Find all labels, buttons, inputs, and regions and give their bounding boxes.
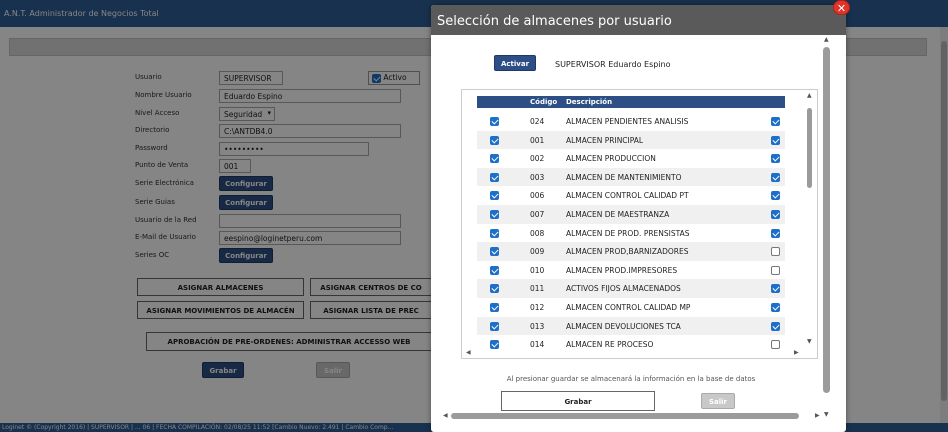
modal-scroll-up-arrow-icon[interactable]: ▲	[824, 36, 829, 43]
table-header: Código Descripción	[477, 96, 785, 108]
select-checkbox-icon[interactable]	[490, 135, 499, 145]
active-checkbox-icon[interactable]	[771, 303, 780, 312]
col-codigo: Código	[530, 98, 558, 106]
scroll-left-arrow-icon[interactable]: ◀	[466, 349, 471, 356]
active-checkbox-icon[interactable]	[771, 172, 780, 182]
row-code: 003	[530, 172, 545, 182]
table-row[interactable]: 011 ACTIVOS FIJOS ALMACENADOS	[477, 279, 785, 298]
row-code: 012	[530, 303, 545, 312]
modal-vscrollbar[interactable]: ▲ ▼	[820, 35, 834, 421]
select-checkbox-icon[interactable]	[490, 191, 499, 201]
row-code: 013	[530, 321, 545, 331]
table-vscroll-thumb[interactable]	[807, 108, 812, 188]
modal-scroll-right-arrow-icon[interactable]: ▶	[815, 412, 820, 419]
activar-button[interactable]: Activar	[494, 55, 536, 71]
col-descripcion: Descripción	[566, 98, 613, 106]
table-row[interactable]: 010 ALMACEN PROD.IMPRESORES	[477, 261, 785, 280]
almacenes-table: Código Descripción 024 ALMACEN PENDIENTES…	[461, 89, 818, 359]
active-checkbox-icon[interactable]	[771, 191, 780, 201]
active-checkbox-icon[interactable]	[771, 265, 780, 275]
active-checkbox-icon[interactable]	[771, 154, 780, 164]
table-row[interactable]: 003 ALMACEN DE MANTENIMIENTO	[477, 167, 785, 187]
modal-scroll-down-arrow-icon[interactable]: ▼	[824, 411, 829, 418]
table-row[interactable]: 006 ALMACEN CONTROL CALIDAD PT	[477, 186, 785, 205]
row-description: ALMACEN PRINCIPAL	[566, 135, 644, 145]
row-code: 010	[530, 265, 545, 275]
select-checkbox-icon[interactable]	[490, 321, 499, 331]
row-description: ALMACEN DEVOLUCIONES TCA	[566, 321, 681, 331]
supervisor-label: SUPERVISOR Eduardo Espino	[555, 60, 671, 69]
modal-salir-button[interactable]: Salir	[701, 393, 735, 409]
row-description: ALMACEN CONTROL CALIDAD MP	[566, 303, 691, 312]
modal-title: Selección de almacenes por usuario	[431, 5, 846, 35]
table-row[interactable]: 009 ALMACEN PROD,BARNIZADORES	[477, 242, 785, 261]
table-row[interactable]: 012 ALMACEN CONTROL CALIDAD MP	[477, 298, 785, 317]
modal-scroll-left-arrow-icon[interactable]: ◀	[443, 412, 448, 419]
select-checkbox-icon[interactable]	[490, 284, 499, 294]
active-checkbox-icon[interactable]	[771, 117, 780, 126]
almacenes-modal: Selección de almacenes por usuario Activ…	[431, 5, 846, 432]
active-checkbox-icon[interactable]	[771, 228, 780, 238]
save-note: Al presionar guardar se almacenará la in…	[506, 375, 756, 383]
select-checkbox-icon[interactable]	[490, 154, 499, 164]
table-row[interactable]: 024 ALMACEN PENDIENTES ANALISIS	[477, 112, 785, 131]
table-hscrollbar[interactable]: ◀ ▶	[462, 348, 802, 358]
select-checkbox-icon[interactable]	[490, 228, 499, 238]
active-checkbox-icon[interactable]	[771, 135, 780, 145]
active-checkbox-icon[interactable]	[771, 321, 780, 331]
row-code: 006	[530, 191, 545, 201]
row-description: ALMACEN DE PROD. PRENSISTAS	[566, 228, 690, 238]
row-code: 008	[530, 228, 545, 238]
close-icon[interactable]: ✕	[833, 0, 850, 15]
select-checkbox-icon[interactable]	[490, 247, 499, 257]
row-code: 024	[530, 117, 545, 126]
row-description: ALMACEN CONTROL CALIDAD PT	[566, 191, 689, 201]
select-checkbox-icon[interactable]	[490, 210, 499, 219]
row-description: ALMACEN PENDIENTES ANALISIS	[566, 117, 689, 126]
active-checkbox-icon[interactable]	[771, 210, 780, 219]
table-row[interactable]: 013 ALMACEN DEVOLUCIONES TCA	[477, 316, 785, 336]
table-row[interactable]: 008 ALMACEN DE PROD. PRENSISTAS	[477, 224, 785, 243]
table-row[interactable]: 001 ALMACEN PRINCIPAL	[477, 130, 785, 150]
row-code: 001	[530, 135, 545, 145]
active-checkbox-icon[interactable]	[771, 247, 780, 257]
table-row[interactable]: 007 ALMACEN DE MAESTRANZA	[477, 205, 785, 224]
select-checkbox-icon[interactable]	[490, 117, 499, 126]
modal-hscrollbar[interactable]: ◀ ▶	[443, 412, 823, 420]
table-vscrollbar[interactable]: ▲ ▼	[802, 90, 817, 348]
table-row[interactable]: 002 ALMACEN PRODUCCION	[477, 149, 785, 168]
scroll-up-arrow-icon[interactable]: ▲	[807, 92, 812, 99]
modal-hscroll-thumb[interactable]	[451, 413, 799, 419]
row-description: ALMACEN PROD.IMPRESORES	[566, 265, 678, 275]
row-description: ACTIVOS FIJOS ALMACENADOS	[566, 284, 681, 294]
modal-grabar-button[interactable]: Grabar	[501, 391, 655, 411]
select-checkbox-icon[interactable]	[490, 303, 499, 312]
scroll-right-arrow-icon[interactable]: ▶	[794, 349, 799, 356]
row-code: 007	[530, 210, 545, 219]
row-code: 002	[530, 154, 545, 164]
row-description: ALMACEN DE MANTENIMIENTO	[566, 172, 682, 182]
row-description: ALMACEN PROD,BARNIZADORES	[566, 247, 689, 257]
select-checkbox-icon[interactable]	[490, 265, 499, 275]
select-checkbox-icon[interactable]	[490, 172, 499, 182]
scroll-down-arrow-icon[interactable]: ▼	[807, 338, 812, 345]
active-checkbox-icon[interactable]	[771, 284, 780, 294]
row-description: ALMACEN PRODUCCION	[566, 154, 656, 164]
modal-vscroll-thumb[interactable]	[823, 47, 830, 393]
row-description: ALMACEN DE MAESTRANZA	[566, 210, 670, 219]
row-code: 011	[530, 284, 545, 294]
row-code: 009	[530, 247, 545, 257]
